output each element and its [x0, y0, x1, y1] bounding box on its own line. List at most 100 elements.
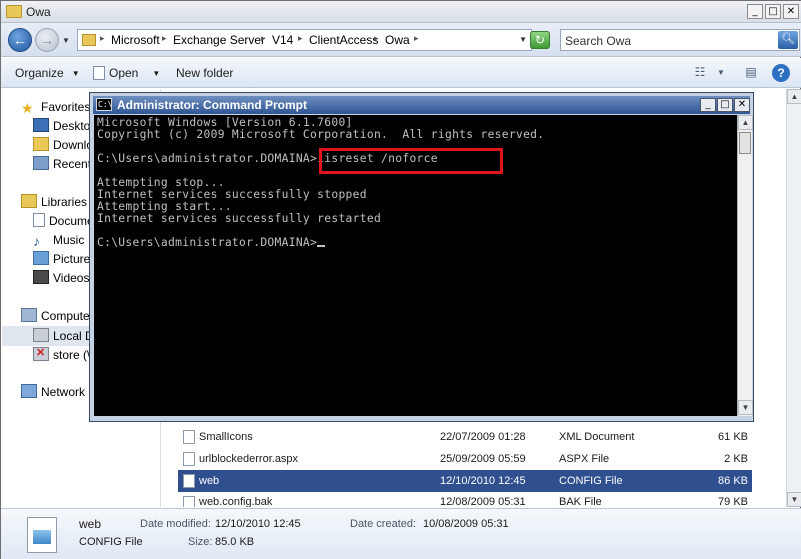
nav-computer[interactable]: Computer	[21, 307, 94, 325]
file-name: urlblockederror.aspx	[199, 453, 299, 465]
open-label: Open	[109, 66, 139, 80]
help-button[interactable]: ?	[772, 64, 790, 82]
nav-favorites[interactable]: ★ Favorites	[21, 98, 90, 116]
nav-store[interactable]: ✕ store (\	[33, 346, 90, 364]
details-created-value: 10/08/2009 05:31	[423, 518, 509, 530]
chevron-right-icon[interactable]: ▸	[298, 33, 303, 44]
forward-button[interactable]: →	[35, 28, 59, 52]
refresh-button[interactable]: ↻	[530, 31, 550, 49]
refresh-icon: ↻	[534, 33, 546, 47]
console-line: Copyright (c) 2009 Microsoft Corporation…	[97, 128, 545, 141]
new-folder-button[interactable]: New folder	[176, 66, 233, 80]
chevron-right-icon[interactable]: ▸	[414, 33, 419, 44]
view-options-icon[interactable]: ☷	[691, 65, 709, 81]
desktop-icon	[33, 118, 49, 132]
breadcrumb-microsoft[interactable]: Microsoft	[111, 33, 160, 47]
search-box[interactable]: 🔍︎	[560, 29, 800, 51]
file-size: 86 KB	[718, 475, 748, 487]
search-button[interactable]: 🔍︎	[778, 31, 798, 49]
document-icon	[93, 66, 105, 80]
details-file-type: CONFIG File	[79, 536, 143, 548]
file-type: CONFIG File	[559, 475, 623, 487]
maximize-button[interactable]: □	[765, 4, 781, 19]
search-input[interactable]	[565, 33, 770, 48]
nav-desktop[interactable]: Desktop	[33, 117, 97, 135]
command-prompt-title-bar[interactable]: C:\ Administrator: Command Prompt _ □ ✕	[93, 96, 750, 114]
details-created-label: Date created:	[350, 518, 417, 530]
command-prompt-title: Administrator: Command Prompt	[117, 98, 308, 112]
file-row-selected[interactable]: web 12/10/2010 12:45 CONFIG File 86 KB	[178, 470, 752, 492]
scroll-down-icon[interactable]: ▼	[787, 492, 801, 507]
nav-favorites-label: Favorites	[41, 100, 91, 114]
star-icon: ★	[21, 100, 34, 116]
recent-pages-dropdown[interactable]: ▼	[62, 36, 70, 45]
arrow-left-icon: ←	[13, 32, 27, 48]
breadcrumb-v14[interactable]: V14	[272, 33, 293, 47]
nav-libraries[interactable]: Libraries	[21, 193, 87, 211]
console-line: Internet services successfully restarted	[97, 212, 382, 225]
open-menu[interactable]: Open ▼	[93, 66, 160, 80]
config-file-icon	[183, 474, 195, 488]
file-date: 12/08/2009 05:31	[440, 496, 526, 507]
cmd-maximize-button[interactable]: □	[717, 98, 733, 112]
file-date: 12/10/2010 12:45	[440, 475, 526, 487]
file-row[interactable]: web.config.bak 12/08/2009 05:31 BAK File…	[178, 492, 752, 507]
address-bar: ← → ▼ ▸ Microsoft ▸ Exchange Server ▸ V1…	[1, 23, 801, 57]
scroll-up-icon[interactable]: ▲	[738, 115, 753, 130]
file-type: ASPX File	[559, 453, 610, 465]
organize-menu[interactable]: Organize ▼	[15, 66, 80, 80]
nav-libraries-label: Libraries	[41, 195, 88, 209]
nav-documents[interactable]: Docume	[33, 212, 94, 230]
breadcrumb[interactable]: ▸ Microsoft ▸ Exchange Server ▸ V14 ▸ Cl…	[77, 29, 532, 51]
chevron-right-icon[interactable]: ▸	[261, 33, 266, 44]
details-size-label: Size:	[188, 536, 213, 548]
aspx-file-icon	[183, 452, 195, 466]
breadcrumb-exchange-server[interactable]: Exchange Server	[173, 33, 265, 47]
scroll-thumb[interactable]	[739, 132, 751, 154]
window-title: Owa	[26, 5, 51, 19]
nav-network[interactable]: Network	[21, 383, 85, 401]
close-button[interactable]: ✕	[783, 4, 799, 19]
back-button[interactable]: ←	[8, 28, 32, 52]
downloads-icon	[33, 137, 49, 151]
file-row[interactable]: SmallIcons 22/07/2009 01:28 XML Document…	[178, 426, 752, 448]
folder-icon	[6, 5, 22, 18]
breadcrumb-owa[interactable]: Owa	[385, 33, 410, 47]
config-file-icon	[27, 517, 57, 553]
folder-icon	[82, 34, 96, 46]
cmd-minimize-button[interactable]: _	[700, 98, 716, 112]
nav-videos[interactable]: Videos	[33, 269, 89, 287]
cmd-close-button[interactable]: ✕	[734, 98, 750, 112]
file-date: 22/07/2009 01:28	[440, 431, 526, 443]
libraries-icon	[21, 194, 37, 208]
chevron-down-icon[interactable]: ▼	[712, 65, 730, 81]
chevron-right-icon[interactable]: ▸	[100, 33, 105, 44]
file-list-scrollbar[interactable]: ▲ ▼	[786, 89, 801, 507]
details-file-name: web	[79, 517, 102, 531]
nav-music[interactable]: ♪ Music	[33, 231, 84, 249]
videos-icon	[33, 270, 49, 284]
console-prompt: C:\Users\administrator.DOMAINA>	[97, 236, 318, 249]
file-size: 2 KB	[724, 453, 748, 465]
file-size: 61 KB	[718, 431, 748, 443]
preview-pane-icon[interactable]: ▤	[742, 65, 760, 81]
console-scrollbar[interactable]: ▲ ▼	[737, 115, 753, 416]
chevron-right-icon[interactable]: ▸	[374, 33, 379, 44]
nav-pictures[interactable]: Pictures	[33, 250, 96, 268]
explorer-title-bar[interactable]: Owa _ □ ✕	[1, 1, 801, 23]
chevron-down-icon: ▼	[152, 69, 161, 78]
breadcrumb-clientaccess[interactable]: ClientAccess	[309, 33, 378, 47]
nav-recent[interactable]: Recent	[33, 155, 91, 173]
minimize-button[interactable]: _	[747, 4, 763, 19]
scroll-down-icon[interactable]: ▼	[738, 400, 753, 415]
file-row[interactable]: urlblockederror.aspx 25/09/2009 05:59 AS…	[178, 448, 752, 470]
xml-file-icon	[183, 430, 195, 444]
chevron-down-icon[interactable]: ▼	[519, 35, 527, 44]
console-output[interactable]: Microsoft Windows [Version 6.1.7600] Cop…	[94, 115, 737, 416]
scroll-up-icon[interactable]: ▲	[787, 89, 801, 104]
nav-computer-label: Computer	[41, 309, 94, 323]
pictures-icon	[33, 251, 49, 265]
nav-store-label: store (\	[53, 348, 91, 362]
chevron-right-icon[interactable]: ▸	[162, 33, 167, 44]
hard-drive-icon	[33, 328, 49, 342]
